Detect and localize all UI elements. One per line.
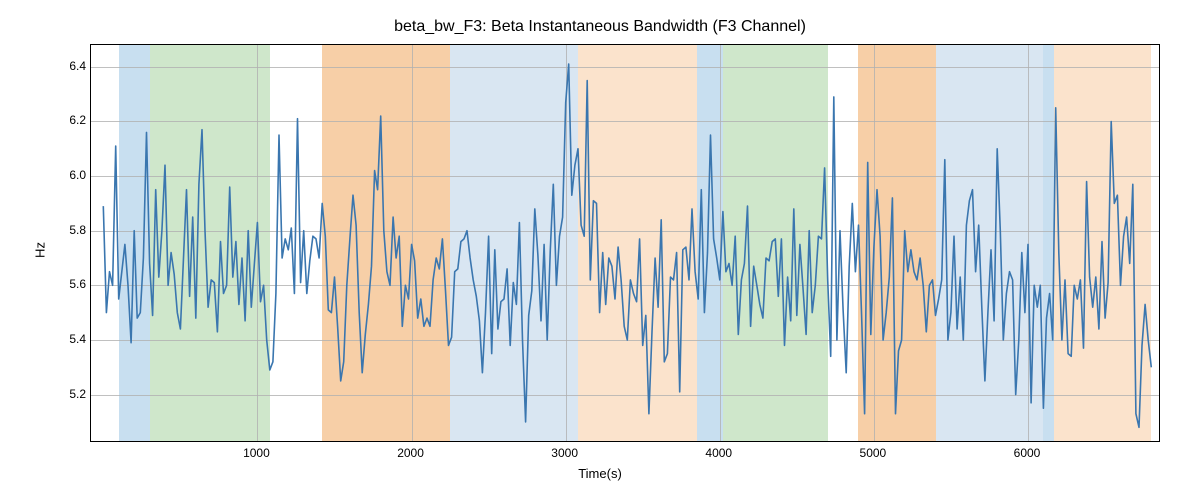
x-tick-label: 4000 [705, 446, 732, 460]
x-tick-label: 2000 [397, 446, 424, 460]
y-tick-label: 6.2 [46, 113, 86, 127]
chart-title: beta_bw_F3: Beta Instantaneous Bandwidth… [0, 18, 1200, 36]
y-tick-label: 5.6 [46, 277, 86, 291]
x-tick-label: 3000 [551, 446, 578, 460]
y-tick-label: 5.2 [46, 387, 86, 401]
line-series [91, 45, 1159, 441]
plot-area [90, 44, 1160, 442]
y-tick-label: 6.0 [46, 168, 86, 182]
x-tick-label: 6000 [1014, 446, 1041, 460]
y-tick-label: 5.8 [46, 223, 86, 237]
y-tick-label: 5.4 [46, 332, 86, 346]
y-tick-label: 6.4 [46, 59, 86, 73]
chart-figure: beta_bw_F3: Beta Instantaneous Bandwidth… [0, 0, 1200, 500]
x-tick-label: 1000 [243, 446, 270, 460]
x-tick-label: 5000 [860, 446, 887, 460]
y-axis-label: Hz [33, 242, 48, 258]
x-axis-label: Time(s) [0, 466, 1200, 481]
